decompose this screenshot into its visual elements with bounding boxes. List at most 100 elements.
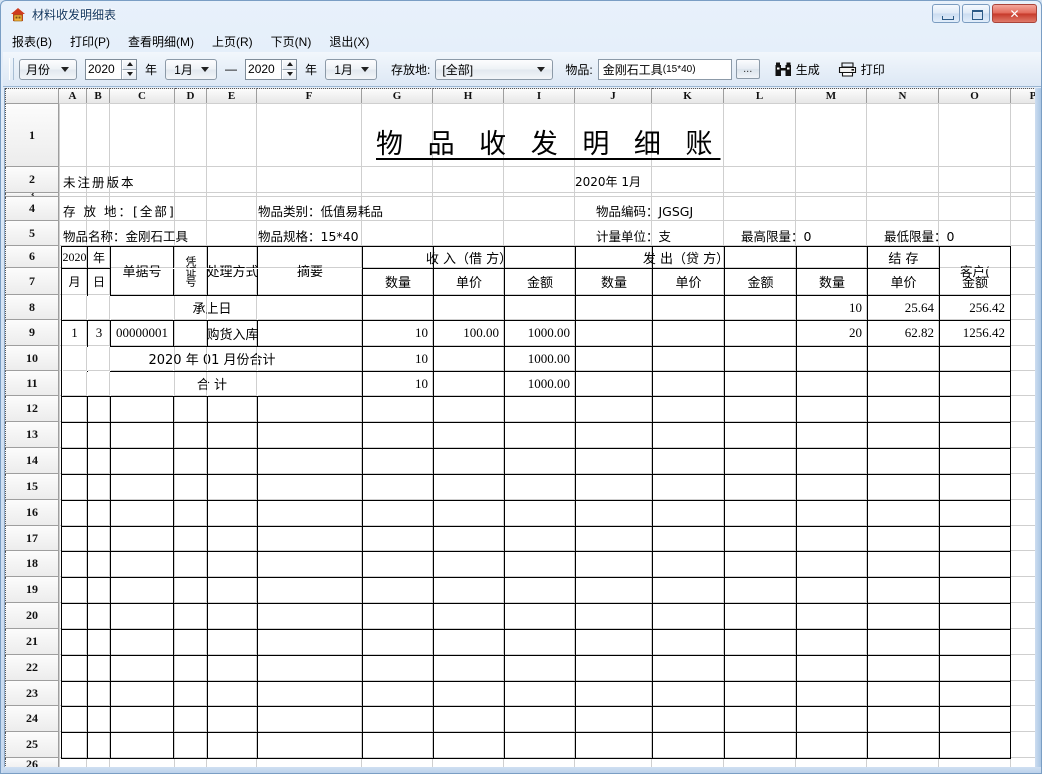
menu-item-report[interactable]: 报表(B) <box>3 31 61 52</box>
merged-cell-fill <box>110 372 111 396</box>
row-header-22[interactable]: 22 <box>5 655 59 681</box>
row-header-11[interactable]: 11 <box>5 371 59 396</box>
home-icon <box>10 7 26 23</box>
column-headers: ABCDEFGHIJKLMNOP <box>59 88 1041 104</box>
column-header-l[interactable]: L <box>724 88 796 104</box>
row-header-9[interactable]: 9 <box>5 320 59 346</box>
row-header-8[interactable]: 8 <box>5 295 59 320</box>
row-header-10[interactable]: 10 <box>5 346 59 371</box>
cell-bal-qty: 10 <box>797 295 867 320</box>
grid-line-horizontal <box>59 196 1041 197</box>
close-button[interactable]: ✕ <box>992 4 1037 23</box>
row-header-2[interactable]: 2 <box>5 167 59 193</box>
period-mode-dropdown[interactable]: 月份 <box>19 59 77 80</box>
menu-item-prev-page[interactable]: 上页(R) <box>203 31 262 52</box>
column-header-e[interactable]: E <box>207 88 257 104</box>
column-header-a[interactable]: A <box>59 88 87 104</box>
column-header-o[interactable]: O <box>939 88 1011 104</box>
cell-doc-no: 00000001 <box>111 320 173 346</box>
month-to-dropdown[interactable]: 1月 <box>325 59 377 80</box>
minimize-button[interactable] <box>932 4 960 23</box>
restore-button[interactable] <box>962 4 990 23</box>
period-mode-value: 月份 <box>26 61 55 78</box>
row-header-21[interactable]: 21 <box>5 629 59 655</box>
row-header-16[interactable]: 16 <box>5 500 59 526</box>
spin-up-icon[interactable] <box>122 60 136 70</box>
column-header-m[interactable]: M <box>796 88 867 104</box>
spin-up-icon[interactable] <box>282 60 296 70</box>
row-header-7[interactable]: 7 <box>5 268 59 295</box>
toolbar-grip[interactable] <box>9 58 14 80</box>
merged-cell-fill <box>88 295 110 296</box>
spin-down-icon[interactable] <box>282 70 296 79</box>
year-from-spin-buttons[interactable] <box>121 60 136 79</box>
row-header-14[interactable]: 14 <box>5 448 59 474</box>
header-group-out: 发 出（贷 方） <box>576 246 796 268</box>
row-header-24[interactable]: 24 <box>5 706 59 732</box>
year-to-spin-buttons[interactable] <box>281 60 296 79</box>
year-to-spinner[interactable]: 2020 <box>245 59 297 80</box>
menu-item-view-detail[interactable]: 查看明细(M) <box>119 31 203 52</box>
row-header-6[interactable]: 6 <box>5 246 59 268</box>
merged-cell-fill <box>207 372 208 396</box>
month-from-dropdown[interactable]: 1月 <box>165 59 217 80</box>
print-button[interactable]: 打印 <box>833 59 890 80</box>
merged-cell-fill <box>62 371 87 372</box>
row-header-1[interactable]: 1 <box>5 104 59 167</box>
column-header-n[interactable]: N <box>867 88 939 104</box>
cell-summary <box>258 320 362 346</box>
info-category: 物品类别：低值易耗品 <box>258 201 383 220</box>
header-bal-amount: 金额 <box>940 268 1010 295</box>
year-from-spinner[interactable]: 2020 <box>85 59 137 80</box>
row-header-17[interactable]: 17 <box>5 526 59 551</box>
row-header-5[interactable]: 5 <box>5 221 59 246</box>
row-header-4[interactable]: 4 <box>5 197 59 221</box>
spin-down-icon[interactable] <box>122 70 136 79</box>
select-all-corner[interactable] <box>5 88 59 104</box>
header-out-amount: 金额 <box>725 268 796 295</box>
location-dropdown[interactable]: [全部] <box>435 59 553 80</box>
month-from-value: 1月 <box>172 61 195 78</box>
year-to-label: 年 <box>305 61 317 78</box>
cell-in-amount: 1000.00 <box>505 346 575 371</box>
range-dash: — <box>225 62 237 76</box>
generate-button[interactable]: 生成 <box>770 59 825 80</box>
cell-voucher-no <box>174 320 207 346</box>
row-header-13[interactable]: 13 <box>5 422 59 448</box>
header-month: 月 <box>62 268 87 295</box>
item-browse-button[interactable]: ... <box>736 59 760 79</box>
menu-item-exit[interactable]: 退出(X) <box>320 31 378 52</box>
column-header-k[interactable]: K <box>652 88 724 104</box>
column-header-b[interactable]: B <box>87 88 110 104</box>
merged-cell-fill <box>88 371 110 372</box>
row-header-19[interactable]: 19 <box>5 577 59 603</box>
column-header-c[interactable]: C <box>110 88 175 104</box>
spreadsheet[interactable]: ABCDEFGHIJKLMNOP 12345678910111213141516… <box>4 88 1041 771</box>
column-header-f[interactable]: F <box>257 88 362 104</box>
row-header-23[interactable]: 23 <box>5 681 59 706</box>
report-title: 物 品 收 发 明 细 账 <box>376 122 721 161</box>
cell-bal-price: 62.82 <box>868 320 939 346</box>
column-header-i[interactable]: I <box>504 88 575 104</box>
merged-cell-fill <box>62 295 87 296</box>
item-label: 物品: <box>565 61 592 78</box>
column-header-d[interactable]: D <box>175 88 207 104</box>
merged-cell-fill <box>87 372 88 396</box>
grid-line-horizontal <box>59 220 1041 221</box>
item-input[interactable]: 金刚石工具 (15*40) <box>598 59 732 80</box>
grid-line-horizontal <box>59 166 1041 167</box>
vertical-scrollbar[interactable] <box>1035 88 1041 771</box>
menu-item-print[interactable]: 打印(P) <box>61 31 119 52</box>
column-header-g[interactable]: G <box>362 88 433 104</box>
menu-item-next-page[interactable]: 下页(N) <box>262 31 321 52</box>
cell-in-price <box>434 295 504 320</box>
column-header-h[interactable]: H <box>433 88 504 104</box>
row-header-20[interactable]: 20 <box>5 603 59 629</box>
row-header-15[interactable]: 15 <box>5 474 59 500</box>
table-col-border-0 <box>61 371 62 396</box>
merged-cell-fill <box>110 347 111 371</box>
row-header-18[interactable]: 18 <box>5 551 59 577</box>
column-header-j[interactable]: J <box>575 88 652 104</box>
row-header-12[interactable]: 12 <box>5 396 59 422</box>
row-header-25[interactable]: 25 <box>5 732 59 758</box>
